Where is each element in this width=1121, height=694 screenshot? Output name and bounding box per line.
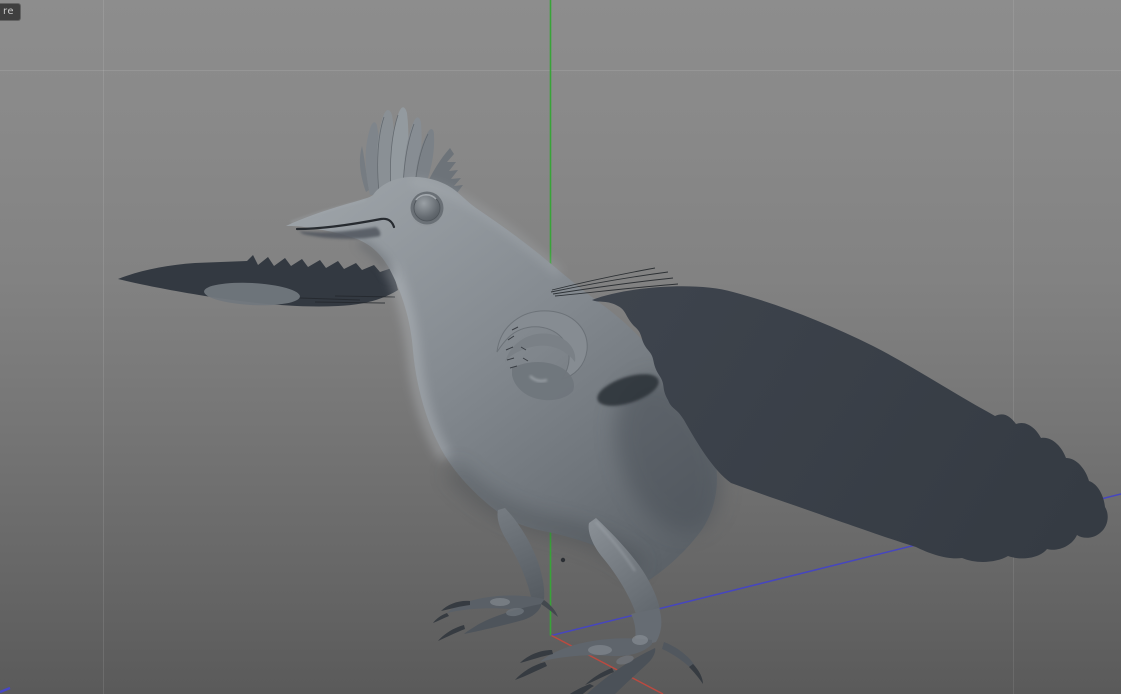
near-foot-knuckle	[588, 645, 612, 655]
eye[interactable]	[410, 191, 444, 227]
viewport-canvas[interactable]	[0, 0, 1121, 694]
far-foot-back-spur	[541, 600, 558, 617]
left-wing[interactable]	[118, 255, 398, 307]
bird-model[interactable]	[118, 107, 1108, 694]
corner-gizmo-icon	[0, 686, 11, 694]
stray-speck	[560, 557, 566, 563]
near-foot-knuckle	[632, 635, 648, 645]
far-foot-knuckle	[490, 598, 510, 606]
tooltip-fragment: re	[0, 3, 22, 21]
viewport[interactable]: re	[0, 0, 1121, 694]
